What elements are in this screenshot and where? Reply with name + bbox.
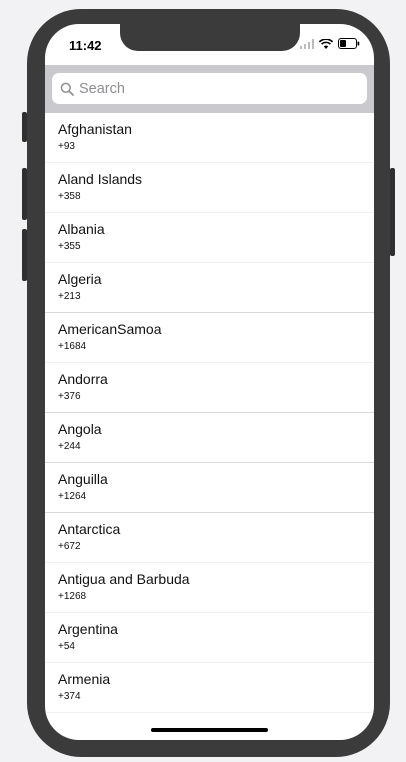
country-dial-code: +93 [58, 141, 75, 152]
country-name: Andorra [58, 371, 108, 387]
signal-icon [300, 38, 314, 49]
list-item-armenia[interactable]: Armenia +374 [45, 663, 374, 713]
country-dial-code: +1268 [58, 591, 87, 602]
country-dial-code: +374 [58, 691, 81, 702]
country-dial-code: +213 [58, 291, 81, 302]
country-name: Antarctica [58, 521, 121, 537]
list-item-anguilla[interactable]: Anguilla +1264 [45, 463, 374, 513]
country-name: Anguilla [58, 471, 108, 487]
country-name: Algeria [58, 271, 102, 287]
country-dial-code: +244 [58, 441, 81, 452]
list-item-andorra[interactable]: Andorra +376 [45, 363, 374, 413]
home-indicator[interactable] [151, 728, 268, 732]
country-dial-code: +358 [58, 191, 81, 202]
wifi-icon [319, 38, 333, 49]
list-item-albania[interactable]: Albania +355 [45, 213, 374, 263]
country-dial-code: +672 [58, 541, 81, 552]
search-icon [60, 82, 74, 96]
list-item-argentina[interactable]: Argentina +54 [45, 613, 374, 663]
list-item-algeria[interactable]: Algeria +213 [45, 263, 374, 313]
notch [120, 24, 300, 51]
status-icons [300, 38, 360, 49]
country-dial-code: +54 [58, 641, 75, 652]
country-name: Antigua and Barbuda [58, 571, 190, 587]
country-name: Albania [58, 221, 105, 237]
list-item-afghanistan[interactable]: Afghanistan +93 [45, 113, 374, 163]
country-name: Afghanistan [58, 121, 132, 137]
power-button [390, 168, 395, 256]
app-screen: 11:42 Afghanistan [45, 24, 374, 740]
list-item-angola[interactable]: Angola +244 [45, 413, 374, 463]
volume-down-button [22, 229, 27, 281]
country-dial-code: +376 [58, 391, 81, 402]
volume-up-button [22, 168, 27, 220]
country-name: Armenia [58, 671, 111, 687]
country-name: AmericanSamoa [58, 321, 162, 337]
list-item-american-samoa[interactable]: AmericanSamoa +1684 [45, 313, 374, 363]
country-name: Aland Islands [58, 171, 143, 187]
list-item-antigua-and-barbuda[interactable]: Antigua and Barbuda +1268 [45, 563, 374, 613]
list-item-aland-islands[interactable]: Aland Islands +358 [45, 163, 374, 213]
country-dial-code: +355 [58, 241, 81, 252]
search-bar [45, 65, 374, 113]
search-input[interactable] [79, 80, 339, 97]
country-name: Angola [58, 421, 102, 437]
list-item-antarctica[interactable]: Antarctica +672 [45, 513, 374, 563]
country-dial-code: +1264 [58, 491, 87, 502]
country-list: Afghanistan +93 Aland Islands +358 Alban… [45, 113, 374, 713]
mute-switch [22, 112, 27, 142]
country-dial-code: +1684 [58, 341, 87, 352]
search-field[interactable] [52, 73, 367, 104]
status-time: 11:42 [69, 38, 102, 53]
country-name: Argentina [58, 621, 118, 637]
battery-icon [338, 38, 360, 49]
